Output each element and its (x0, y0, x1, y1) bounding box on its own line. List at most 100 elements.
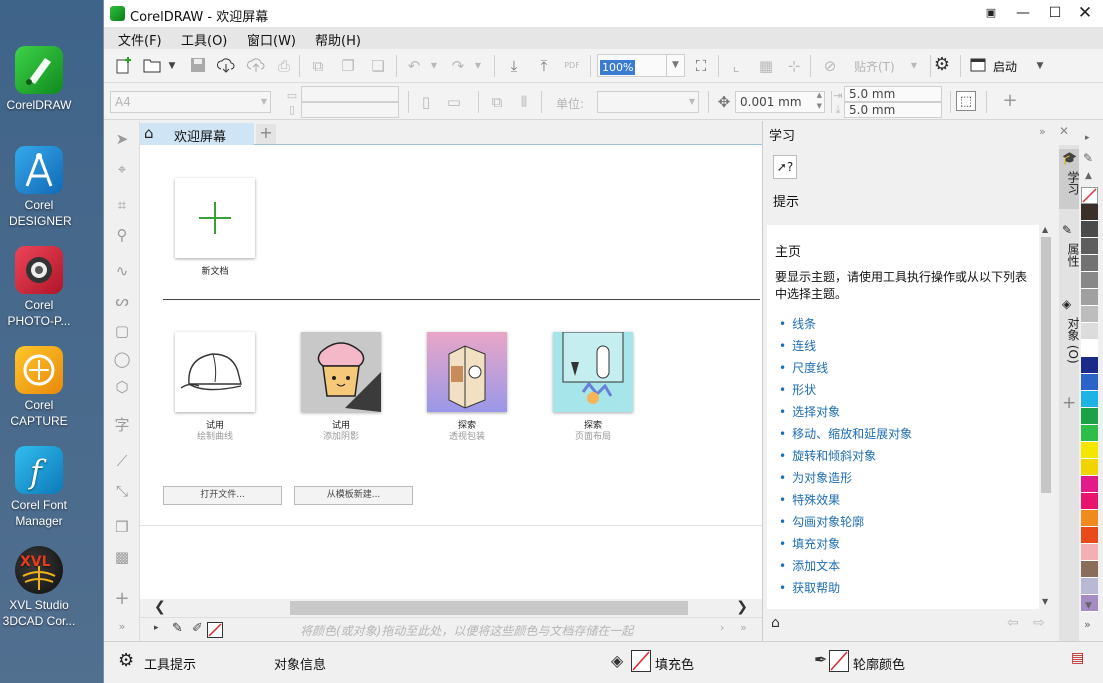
docker-collapse-icon[interactable]: » (1039, 125, 1046, 138)
freehand-tool-icon[interactable]: ∿ (112, 261, 132, 281)
redo-dropdown-icon[interactable]: ▼ (468, 56, 488, 76)
docker-close-icon[interactable]: ✕ (1059, 124, 1069, 138)
topic-link[interactable]: • 移动、缩放和延展对象 (779, 425, 912, 442)
template-card-layout[interactable] (553, 331, 633, 412)
topic-link[interactable]: • 尺度线 (779, 359, 828, 376)
color-swatch[interactable] (1081, 425, 1098, 442)
outline-none-swatch-icon[interactable] (829, 650, 849, 672)
minimize-button[interactable]: — (1009, 3, 1037, 23)
color-swatch[interactable] (1081, 221, 1098, 238)
topic-link[interactable]: • 连线 (779, 337, 816, 354)
color-swatch[interactable] (1081, 204, 1098, 221)
color-swatch[interactable] (1081, 255, 1098, 272)
launch-label[interactable]: 启动 (993, 58, 1017, 75)
menu-help[interactable]: 帮助(H) (315, 30, 361, 49)
tool-hints-label[interactable]: 工具提示 (144, 654, 196, 673)
polygon-tool-icon[interactable]: ⬡ (112, 377, 132, 397)
cut-icon[interactable]: ⧉ (308, 56, 328, 76)
menu-window[interactable]: 窗口(W) (247, 30, 296, 49)
new-from-template-button[interactable]: 从模板新建... (294, 486, 413, 505)
topic-link[interactable]: • 获取帮助 (779, 579, 840, 596)
topic-link[interactable]: • 特殊效果 (779, 491, 840, 508)
export-icon[interactable]: ⤒ (534, 56, 554, 76)
show-guidelines-icon[interactable]: ⊹ (784, 56, 804, 76)
docker-forward-icon[interactable]: ⇨ (1033, 615, 1045, 631)
options-gear-icon[interactable]: ⚙ (932, 55, 952, 75)
color-swatch[interactable] (1081, 459, 1098, 476)
launch-icon[interactable] (968, 56, 988, 76)
paste-icon[interactable]: ❏ (368, 56, 388, 76)
color-swatch[interactable] (1081, 561, 1098, 578)
horizontal-scrollbar[interactable]: ❮ ❯ (140, 599, 762, 617)
units-combo[interactable]: ▼ (597, 91, 699, 113)
close-button[interactable]: ✕ (1071, 3, 1099, 23)
add-toolbar-icon[interactable]: + (1000, 91, 1020, 111)
new-document-icon[interactable] (114, 56, 134, 76)
no-fill-swatch[interactable] (1081, 187, 1098, 204)
topic-link[interactable]: • 添加文本 (779, 557, 840, 574)
new-document-label[interactable]: 新文档 (165, 267, 265, 278)
template-card-packaging[interactable] (427, 332, 507, 412)
add-tool-icon[interactable]: + (112, 589, 132, 609)
scroll-left-icon[interactable]: ❮ (154, 599, 166, 615)
page-width-field[interactable] (301, 86, 399, 102)
zoom-tool-icon[interactable]: ⚲ (112, 225, 132, 245)
maximize-button[interactable]: ☐ (1041, 3, 1069, 23)
shape-tool-icon[interactable]: ⌖ (112, 159, 132, 179)
toolbox-expand-icon[interactable]: » (112, 617, 132, 637)
scrollbar-thumb[interactable] (290, 601, 688, 615)
nudge-spinner-icon[interactable]: ▲ ▼ (817, 90, 822, 112)
color-swatch[interactable] (1081, 272, 1098, 289)
pen-icon[interactable]: ✐ (192, 621, 203, 636)
side-tab-learn[interactable]: 🎓 学习 (1059, 149, 1080, 209)
publish-pdf-icon[interactable]: PDF (562, 56, 582, 76)
topic-link[interactable]: • 选择对象 (779, 403, 840, 420)
show-rulers-icon[interactable]: ⌞ (726, 56, 746, 76)
pick-tool-icon[interactable]: ➤ (112, 129, 132, 149)
redo-icon[interactable]: ↷ (448, 56, 468, 76)
color-swatch[interactable] (1081, 374, 1098, 391)
color-swatch[interactable] (1081, 357, 1098, 374)
landscape-icon[interactable]: ▭ (444, 92, 464, 112)
color-swatch[interactable] (1081, 391, 1098, 408)
docker-home-icon[interactable]: ⌂ (771, 615, 780, 631)
color-proof-icon[interactable]: ▤ (1071, 650, 1084, 666)
object-info-label[interactable]: 对象信息 (274, 654, 326, 673)
print-icon[interactable]: ⎙ (274, 56, 294, 76)
cloud-download-icon[interactable] (216, 56, 236, 76)
palette-eyedropper-icon[interactable]: ✎ (1083, 151, 1093, 165)
zoom-dropdown-icon[interactable]: ▼ (666, 55, 684, 76)
color-swatch[interactable] (1081, 323, 1098, 340)
tab-welcome-screen[interactable]: ⌂ 欢迎屏幕 (140, 123, 254, 145)
snap-off-icon[interactable]: ⊘ (820, 56, 840, 76)
desktop-icon-corel-designer[interactable]: Corel DESIGNER (0, 146, 78, 229)
topic-link[interactable]: • 勾画对象轮廓 (779, 513, 864, 530)
palette-arrow-icon[interactable]: ▸ (1085, 133, 1090, 143)
palette-scroll-right-icon[interactable]: › (720, 621, 724, 634)
connector-tool-icon[interactable]: ⤡ (112, 481, 132, 501)
docker-scroll-down-icon[interactable]: ▼ (1042, 597, 1048, 606)
import-icon[interactable]: ⤓ (504, 56, 524, 76)
palette-more-icon[interactable]: » (1084, 618, 1091, 631)
app-menu-icon[interactable]: ▣ (977, 3, 1005, 23)
eyedropper-icon[interactable]: ✎ (172, 621, 183, 636)
fill-none-swatch-icon[interactable] (631, 650, 651, 672)
save-icon[interactable] (188, 56, 208, 76)
drop-shadow-icon[interactable]: ❒ (112, 517, 132, 537)
units-dropdown-icon[interactable]: ▼ (689, 92, 695, 112)
duplicate-y-field[interactable]: 5.0 mm (844, 102, 942, 118)
topic-link[interactable]: • 形状 (779, 381, 816, 398)
page-height-field[interactable] (301, 102, 399, 118)
nudge-distance-field[interactable]: 0.001 mm ▲ ▼ (735, 91, 825, 113)
color-swatch[interactable] (1081, 544, 1098, 561)
topic-link[interactable]: • 旋转和倾斜对象 (779, 447, 876, 464)
color-swatch[interactable] (1081, 340, 1098, 357)
rectangle-tool-icon[interactable]: ▢ (112, 321, 132, 341)
new-tab-icon[interactable]: + (256, 124, 276, 144)
color-swatch[interactable] (1081, 442, 1098, 459)
duplicate-x-field[interactable]: 5.0 mm (844, 86, 942, 102)
ellipse-tool-icon[interactable]: ◯ (112, 349, 132, 369)
topic-link[interactable]: • 线条 (779, 315, 816, 332)
tool-hints-gear-icon[interactable]: ⚙ (118, 650, 134, 671)
portrait-icon[interactable]: ▯ (416, 92, 436, 112)
